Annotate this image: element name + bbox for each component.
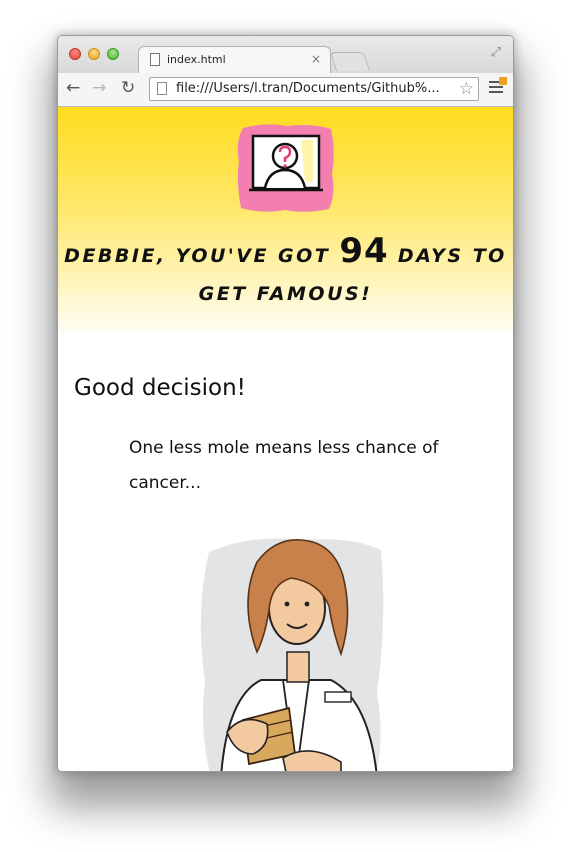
page-headline: Good decision! [74, 375, 246, 401]
forward-arrow-icon[interactable]: → [92, 78, 106, 98]
address-bar[interactable]: file:///Users/l.tran/Documents/Github%..… [149, 77, 479, 101]
doctor-illustration [200, 538, 384, 771]
browser-toolbar: ← → ↻ file:///Users/l.tran/Documents/Git… [58, 73, 513, 107]
countdown-suffix-2: GET FAMOUS! [198, 283, 373, 305]
bookmark-star-icon[interactable]: ☆ [459, 79, 474, 99]
hero-banner: DEBBIE, YOU'VE GOT 94 DAYS TO GET FAMOUS… [58, 107, 513, 332]
window-close-button[interactable] [69, 48, 81, 60]
chrome-menu-icon[interactable] [489, 77, 507, 93]
countdown-heading: DEBBIE, YOU'VE GOT 94 DAYS TO GET FAMOUS… [58, 232, 513, 313]
page-icon [157, 82, 167, 95]
back-arrow-icon[interactable]: ← [66, 78, 80, 98]
window-minimize-button[interactable] [88, 48, 100, 60]
new-tab-button[interactable] [329, 52, 371, 71]
browser-window: index.html × ⤢ ← → ↻ file:///Users/l.tra… [57, 35, 514, 772]
tab-close-icon[interactable]: × [311, 52, 321, 66]
url-text[interactable]: file:///Users/l.tran/Documents/Github%..… [176, 81, 444, 96]
update-badge-icon [499, 77, 507, 85]
tab-title: index.html [167, 53, 226, 66]
page-viewport: DEBBIE, YOU'VE GOT 94 DAYS TO GET FAMOUS… [58, 107, 513, 771]
window-zoom-button[interactable] [107, 48, 119, 60]
fullscreen-icon[interactable]: ⤢ [491, 45, 501, 60]
countdown-prefix: DEBBIE, YOU'VE GOT [64, 245, 331, 267]
tab-index[interactable]: index.html × [138, 46, 331, 74]
document-icon [150, 53, 160, 66]
mystery-avatar-icon [237, 124, 334, 212]
message-text: One less mole means less chance of cance… [129, 438, 439, 493]
reload-icon[interactable]: ↻ [121, 78, 135, 98]
days-count: 94 [339, 231, 389, 271]
title-bar: index.html × ⤢ [58, 36, 513, 74]
countdown-suffix-1: DAYS TO [397, 245, 507, 267]
